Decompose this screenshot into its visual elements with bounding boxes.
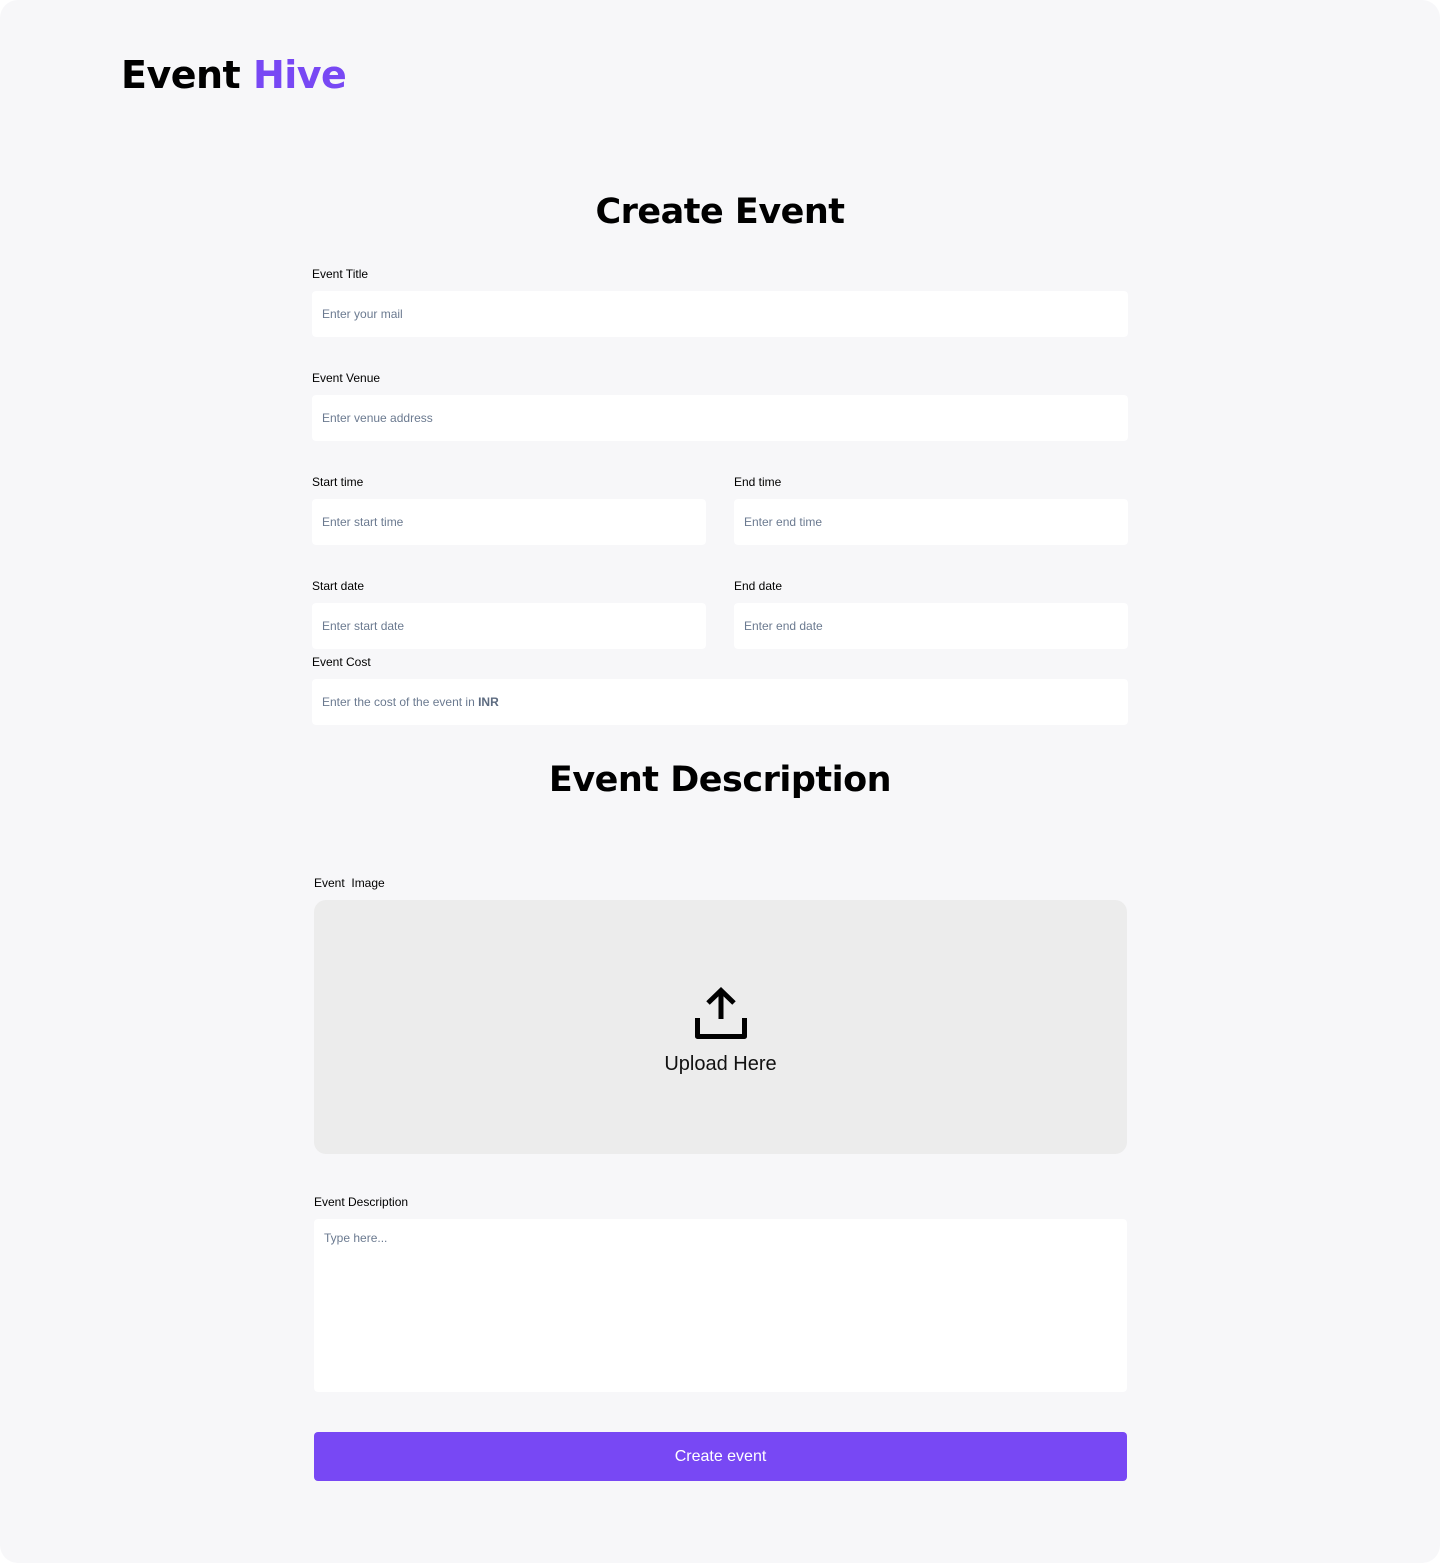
end-date-input[interactable]: Enter end date	[734, 603, 1128, 649]
start-time-input[interactable]: Enter start time	[312, 499, 706, 545]
event-venue-label: Event Venue	[312, 371, 381, 385]
event-cost-input[interactable]: Enter the cost of the event in INR	[312, 679, 1128, 725]
start-time-label: Start time	[312, 475, 364, 489]
upload-icon	[695, 987, 747, 1039]
start-date-input[interactable]: Enter start date	[312, 603, 706, 649]
end-time-label: End time	[734, 475, 782, 489]
event-description-textarea[interactable]: Type here...	[314, 1219, 1127, 1392]
upload-label: Upload Here	[664, 1053, 777, 1075]
end-date-label: End date	[734, 579, 783, 593]
logo-text-event: Event	[121, 53, 241, 97]
event-cost-currency: INR	[478, 695, 499, 709]
create-event-page: Event Hive Create Event Event Title Ente…	[0, 0, 1440, 1563]
event-title-label: Event Title	[312, 267, 369, 281]
logo-text-hive: Hive	[252, 53, 347, 97]
event-image-label: Event Image	[314, 876, 385, 890]
event-description-heading: Event Description	[548, 760, 892, 800]
start-date-label: Start date	[312, 579, 365, 593]
event-cost-placeholder: Enter the cost of the event in	[322, 695, 479, 709]
page-title: Create Event	[595, 192, 845, 232]
create-event-button[interactable]: Create event	[314, 1432, 1127, 1481]
event-venue-input[interactable]: Enter venue address	[312, 395, 1128, 441]
event-description-label: Event Description	[314, 1195, 409, 1209]
event-cost-label: Event Cost	[312, 655, 371, 669]
end-time-input[interactable]: Enter end time	[734, 499, 1128, 545]
event-title-input[interactable]: Enter your mail	[312, 291, 1128, 337]
logo[interactable]: Event Hive	[121, 52, 347, 98]
